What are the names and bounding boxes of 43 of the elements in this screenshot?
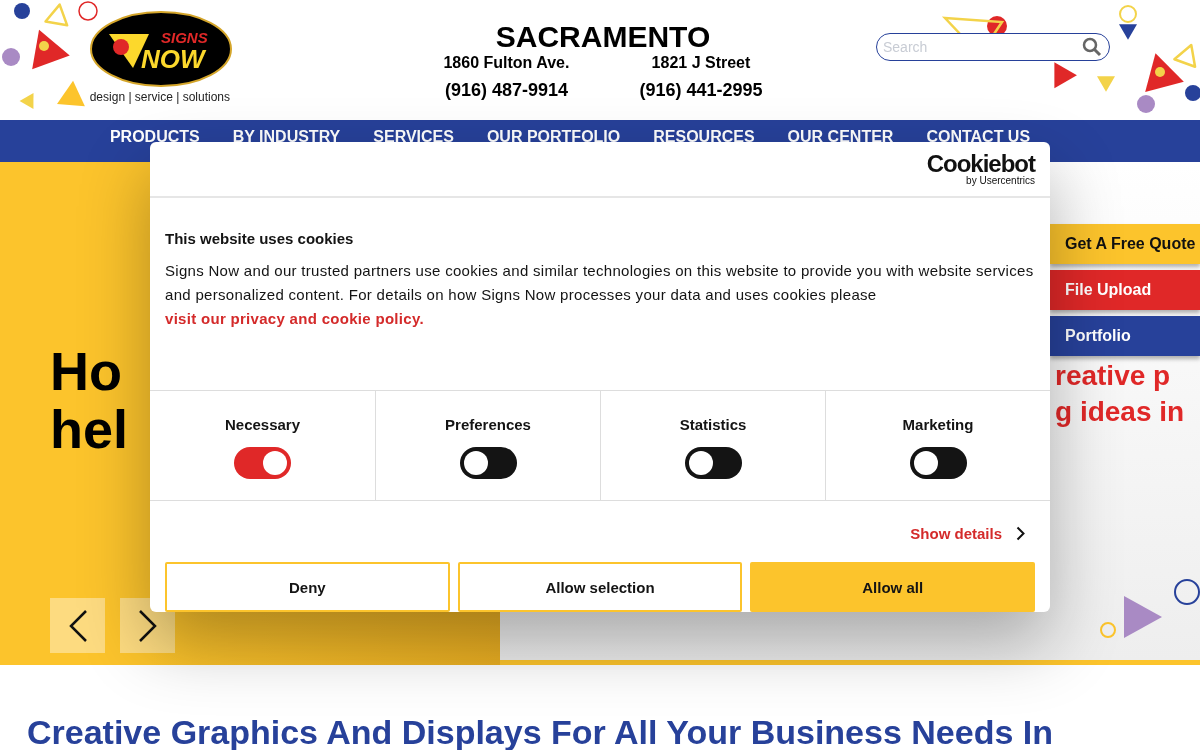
toggle-switch[interactable] xyxy=(909,447,967,480)
signs-now-logo: SIGNS NOW xyxy=(89,10,234,88)
brand-subtitle: by Usercentrics xyxy=(966,176,1035,187)
side-tab[interactable]: Get A Free Quote xyxy=(1050,224,1200,264)
dialog-title: This website uses cookies xyxy=(165,230,355,248)
chevron-left-icon xyxy=(67,608,88,643)
toggle-switch[interactable] xyxy=(684,447,742,480)
nav-link[interactable]: PRODUCTS xyxy=(109,128,200,146)
banner-text: g ideas in xyxy=(1055,395,1185,429)
nav-link[interactable]: CONTACT US xyxy=(926,128,1031,146)
category-label: Statistics xyxy=(679,416,747,434)
side-tab[interactable]: File Upload xyxy=(1050,270,1200,310)
show-details-link[interactable]: Show details xyxy=(910,525,1002,542)
nav-link[interactable]: OUR PORTFOLIO xyxy=(486,128,621,146)
privacy-link[interactable]: visit our privacy and cookie policy. xyxy=(165,310,424,328)
logo-tagline: design | service | solutions xyxy=(89,90,230,104)
nav-link[interactable]: BY INDUSTRY xyxy=(232,128,341,146)
nav-link[interactable]: SERVICES xyxy=(373,128,454,146)
cookie-description: Signs Now and our trusted partners use cookies and similar technologies on this website to provide you with website services and personalized content. For details on how Signs Now processes your data and uses cookies please visit our privacy and cookie policy. xyxy=(165,261,1035,330)
consent-button[interactable]: Deny xyxy=(165,562,450,612)
previous-button[interactable] xyxy=(50,598,105,653)
toggle-switch[interactable] xyxy=(459,447,517,480)
category-label: Preferences xyxy=(445,416,531,434)
side-tab[interactable]: Portfolio xyxy=(1050,316,1200,356)
category-label: Necessary xyxy=(224,416,301,434)
address-text: 1821 J Street xyxy=(651,54,751,72)
search-icon xyxy=(1082,37,1102,57)
chevron-right-icon xyxy=(137,608,158,643)
brand-logo: Cookiebot xyxy=(926,152,1035,177)
hero-heading: Ho xyxy=(50,342,122,400)
category-label: Marketing xyxy=(902,416,974,434)
phone-number: (916) 487-9914 xyxy=(444,80,568,101)
city-title: SACRAMENTO xyxy=(495,20,711,54)
phone-number: (916) 441-2995 xyxy=(639,80,763,101)
nav-link[interactable]: RESOURCES xyxy=(653,128,755,146)
chevron-right-icon xyxy=(1016,526,1025,541)
banner-text: reative p xyxy=(1055,359,1172,393)
allow-all-button[interactable]: Allow all xyxy=(750,562,1035,612)
hero-heading: hel xyxy=(50,400,129,458)
consent-button[interactable]: Allow selection xyxy=(457,562,743,612)
nav-link[interactable]: OUR CENTER xyxy=(787,128,894,146)
toggle-switch[interactable] xyxy=(234,447,291,480)
address-text: 1860 Fulton Ave. xyxy=(443,54,570,72)
